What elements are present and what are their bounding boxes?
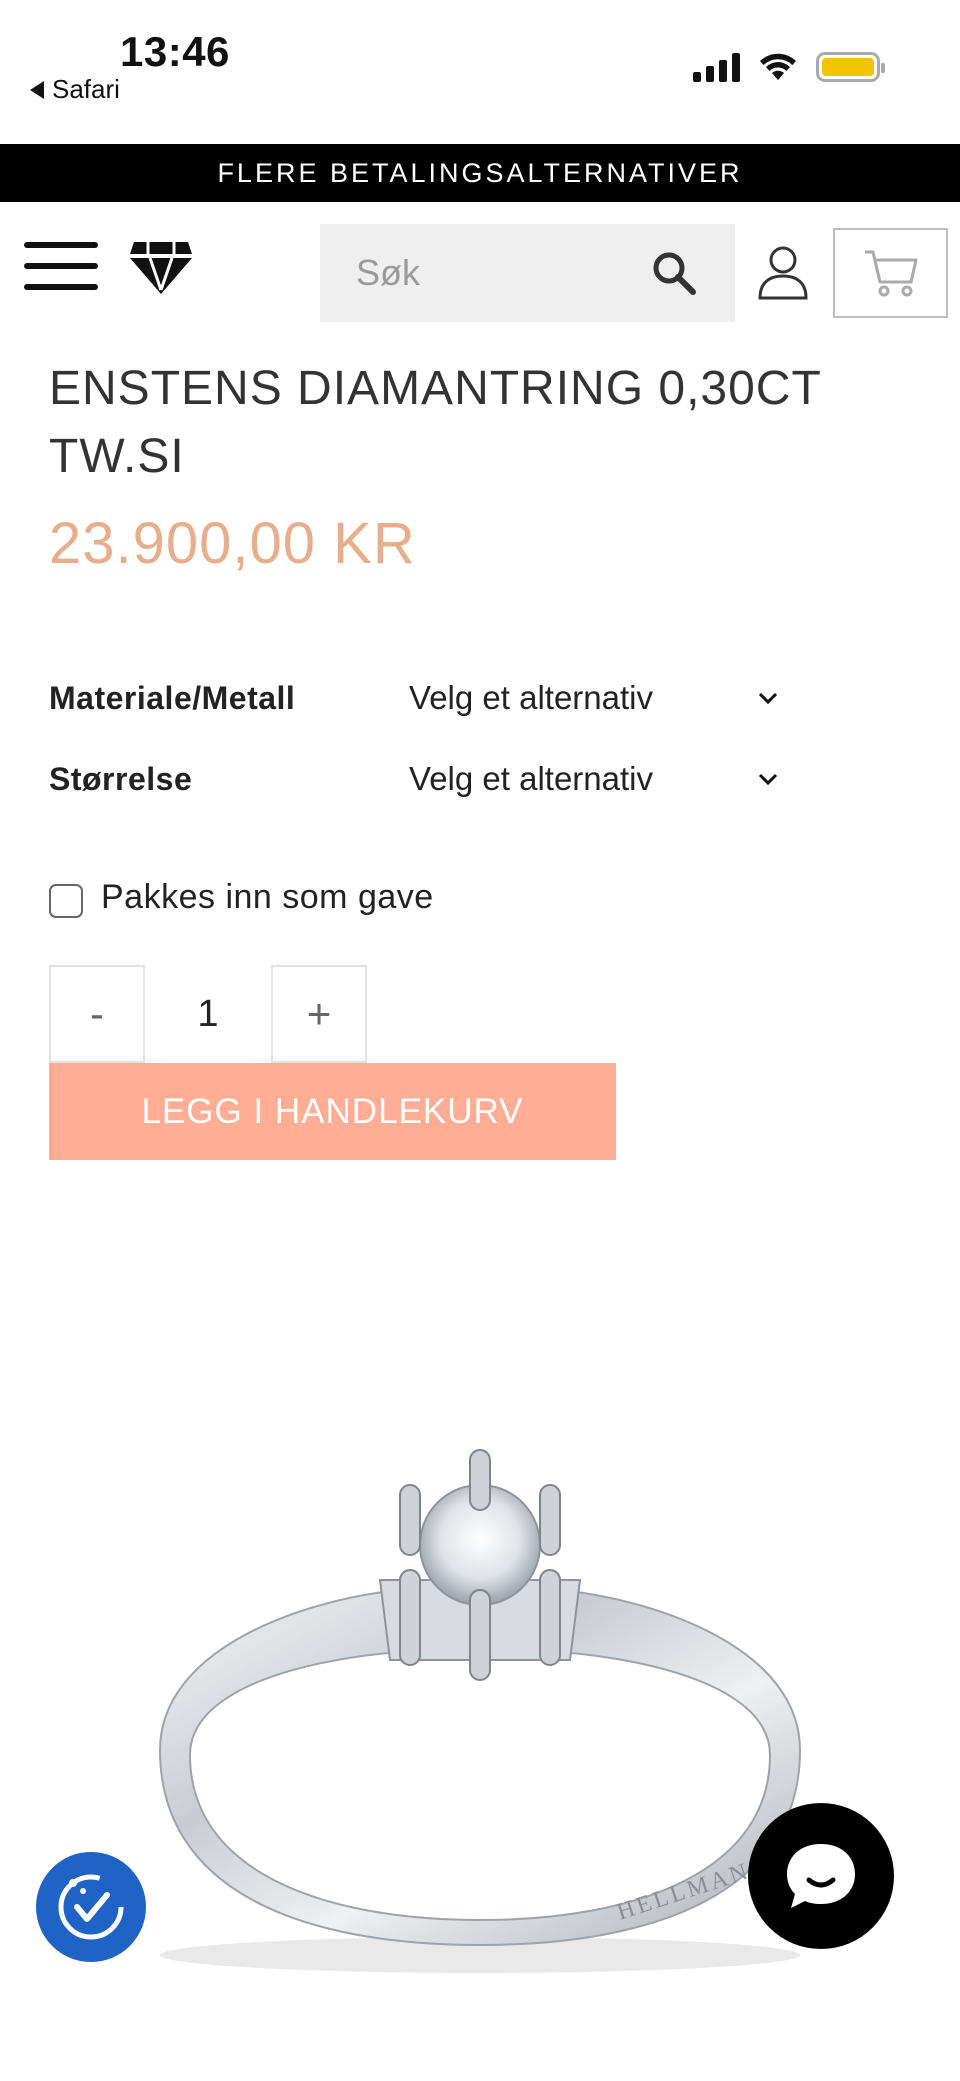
product-title: ENSTENS DIAMANTRING 0,30CT TW.SI (49, 362, 821, 483)
quantity-value[interactable]: 1 (145, 965, 271, 1063)
chat-icon (787, 1844, 855, 1908)
material-select[interactable]: Velg et alternativ (409, 679, 789, 717)
back-label: Safari (52, 74, 120, 104)
battery-icon (816, 52, 885, 82)
chevron-down-icon (758, 773, 778, 786)
select-value: Velg et alternativ (409, 760, 653, 797)
quantity-stepper: - 1 + (49, 965, 367, 1063)
cart-button[interactable] (833, 228, 948, 318)
status-icons (693, 52, 885, 82)
status-time: 13:46 (120, 28, 230, 75)
option-size: Størrelse Velg et alternativ (49, 754, 789, 804)
user-icon[interactable] (756, 244, 810, 300)
cellular-signal-icon (693, 52, 740, 82)
search-input[interactable] (356, 252, 656, 294)
quantity-decrease-button[interactable]: - (49, 965, 145, 1063)
product-image[interactable]: HELLMAN (100, 1420, 860, 2000)
gift-wrap-checkbox[interactable] (49, 884, 83, 918)
hamburger-icon[interactable] (24, 242, 98, 290)
chat-button[interactable] (748, 1803, 894, 1949)
ring-engraving: HELLMAN (614, 1858, 754, 1925)
promo-banner[interactable]: FLERE BETALINGSALTERNATIVER (0, 144, 960, 202)
back-arrow-icon (30, 80, 44, 99)
promo-text: FLERE BETALINGSALTERNATIVER (217, 157, 743, 188)
search-box (320, 224, 735, 322)
accessibility-button[interactable] (36, 1852, 146, 1962)
size-select[interactable]: Velg et alternativ (409, 760, 789, 798)
gift-wrap-label: Pakkes inn som gave (101, 877, 434, 916)
status-bar: 13:46 Safari (0, 0, 960, 144)
option-label: Materiale/Metall (49, 679, 296, 716)
add-to-cart-button[interactable]: LEGG I HANDLEKURV (49, 1063, 616, 1160)
cart-icon (864, 250, 917, 297)
wifi-icon (760, 53, 796, 80)
quantity-increase-button[interactable]: + (271, 965, 367, 1063)
diamond-logo[interactable] (130, 238, 192, 294)
product-price: 23.900,00 KR (49, 511, 416, 576)
option-material: Materiale/Metall Velg et alternativ (49, 673, 789, 723)
select-value: Velg et alternativ (409, 679, 653, 716)
site-header (0, 202, 960, 322)
search-icon[interactable] (651, 250, 697, 296)
gift-wrap-option: Pakkes inn som gave (49, 876, 434, 918)
back-to-safari[interactable]: Safari (30, 74, 120, 105)
option-label: Størrelse (49, 760, 193, 797)
accessibility-icon (58, 1874, 124, 1940)
chevron-down-icon (758, 692, 778, 705)
